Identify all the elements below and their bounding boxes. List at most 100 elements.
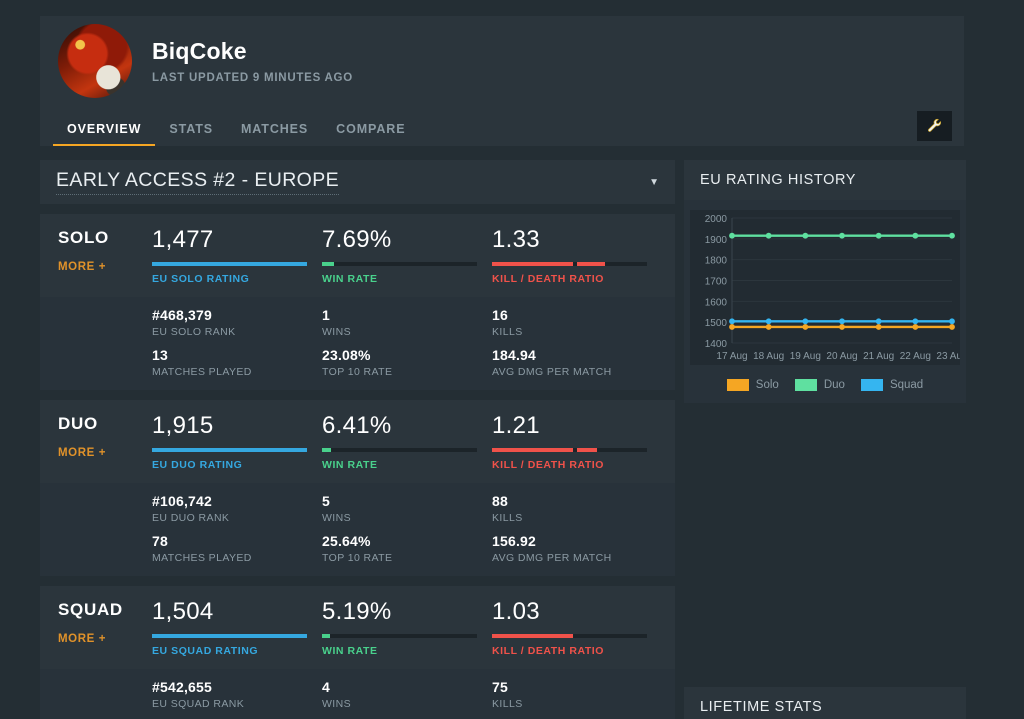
- detail-label: WINS: [322, 698, 492, 710]
- detail-label: WINS: [322, 326, 492, 338]
- stat-block: 1,915EU DUO RATING: [152, 414, 322, 471]
- page-title: BiqCoke: [152, 38, 353, 65]
- overview-side-column: EU RATING HISTORY 1400150016001700180019…: [684, 160, 966, 719]
- mode-more-link[interactable]: MORE +: [58, 633, 152, 645]
- detail-column: 75KILLS153.26AVG DMG PER MATCH: [492, 679, 662, 719]
- lifetime-stats-header: LIFETIME STATS: [684, 687, 966, 719]
- profile-names: BiqCoke LAST UPDATED 9 MINUTES AGO: [152, 38, 353, 84]
- detail-value: 75: [492, 679, 662, 695]
- svg-text:23 Aug: 23 Aug: [936, 351, 960, 362]
- stat-bar-fill: [492, 448, 573, 452]
- stat-bar-track: [492, 448, 647, 452]
- settings-button[interactable]: [917, 111, 952, 141]
- detail-label: EU DUO RANK: [152, 512, 322, 524]
- stat-value: 1.03: [492, 600, 662, 624]
- stat-value: 1,477: [152, 228, 322, 252]
- detail-column: 16KILLS184.94AVG DMG PER MATCH: [492, 307, 662, 378]
- detail-value: 5: [322, 493, 492, 509]
- mode-card-solo: SOLOMORE +1,477EU SOLO RATING7.69%WIN RA…: [40, 214, 675, 390]
- stat-bar-fill: [152, 634, 307, 638]
- legend-item-solo[interactable]: Solo: [727, 379, 779, 391]
- mode-title: DUO: [58, 414, 152, 434]
- detail-value: 4: [322, 679, 492, 695]
- rating-history-svg: 140015001600170018001900200017 Aug18 Aug…: [690, 210, 960, 365]
- mode-card-duo: DUO MORE +1,915EU DUO RATING6.41%WIN RATE…: [40, 400, 675, 576]
- stat-bar-fill: [322, 634, 330, 638]
- legend-label: Duo: [824, 379, 845, 391]
- detail-label: KILLS: [492, 698, 662, 710]
- stat-bar-track: [152, 262, 307, 266]
- rating-history-chart[interactable]: 140015001600170018001900200017 Aug18 Aug…: [684, 200, 966, 371]
- stat-block: 1,504 EU SQUAD RATING: [152, 600, 322, 657]
- tab-stats[interactable]: STATS: [155, 123, 227, 147]
- mode-more-link[interactable]: MORE +: [58, 261, 152, 273]
- stat-bar-track: [492, 262, 647, 266]
- tab-matches[interactable]: MATCHES: [227, 123, 322, 147]
- stat-block: 5.19%WIN RATE: [322, 600, 492, 657]
- detail-value: 16: [492, 307, 662, 323]
- mode-headline-row: SQUAD MORE +1,504 EU SQUAD RATING5.19%WIN …: [40, 586, 675, 669]
- detail-value: #542,655: [152, 679, 322, 695]
- stat-bar-fill: [322, 448, 331, 452]
- detail-value: 23.08%: [322, 347, 492, 363]
- rating-history-header: EU RATING HISTORY: [684, 160, 966, 200]
- detail-column: #106,742EU DUO RANK78MATCHES PLAYED: [152, 493, 322, 564]
- stat-value: 7.69%: [322, 228, 492, 252]
- stat-label: KILL / DEATH RATIO: [492, 273, 662, 285]
- svg-text:18 Aug: 18 Aug: [753, 351, 784, 362]
- stat-bar-track: [322, 634, 477, 638]
- stat-value: 1.33: [492, 228, 662, 252]
- page-root: BiqCoke LAST UPDATED 9 MINUTES AGO OVERV…: [0, 0, 1024, 719]
- stat-bar-track: [322, 262, 477, 266]
- svg-text:1900: 1900: [705, 235, 728, 246]
- detail-column: 4WINS24.68%TOP 10 RATE: [322, 679, 492, 719]
- mode-detail-row: #542,655EU SQUAD RANK77MATCHES PLAYED4WI…: [40, 669, 675, 719]
- detail-value: 184.94: [492, 347, 662, 363]
- season-select[interactable]: EARLY ACCESS #2 - EUROPE ▼: [40, 160, 675, 204]
- rating-history-title: EU RATING HISTORY: [700, 172, 856, 188]
- mode-more-link[interactable]: MORE +: [58, 447, 152, 459]
- tab-overview[interactable]: OVERVIEW: [53, 123, 155, 147]
- stat-value: 6.41%: [322, 414, 492, 438]
- detail-label: TOP 10 RATE: [322, 366, 492, 378]
- legend-item-duo[interactable]: Duo: [795, 379, 845, 391]
- wrench-icon: [926, 118, 943, 135]
- mode-card-squad: SQUAD MORE +1,504 EU SQUAD RATING5.19%WIN …: [40, 586, 675, 719]
- overview-main-column: EARLY ACCESS #2 - EUROPE ▼ SOLOMORE +1,4…: [40, 160, 675, 719]
- mode-headline-row: SOLOMORE +1,477EU SOLO RATING7.69%WIN RA…: [40, 214, 675, 297]
- detail-column: #468,379EU SOLO RANK13MATCHES PLAYED: [152, 307, 322, 378]
- svg-text:21 Aug: 21 Aug: [863, 351, 894, 362]
- svg-text:22 Aug: 22 Aug: [900, 351, 931, 362]
- profile-identity: BiqCoke LAST UPDATED 9 MINUTES AGO: [40, 16, 964, 106]
- stat-label: EU SQUAD RATING: [152, 645, 322, 657]
- chevron-down-icon: ▼: [649, 177, 659, 188]
- stat-label: WIN RATE: [322, 645, 492, 657]
- stat-block: 7.69%WIN RATE: [322, 228, 492, 285]
- stat-block: 1.21KILL / DEATH RATIO: [492, 414, 662, 471]
- mode-cards-container: SOLOMORE +1,477EU SOLO RATING7.69%WIN RA…: [40, 214, 675, 719]
- mode-name-column: SOLO MORE +: [40, 228, 152, 285]
- detail-label: KILLS: [492, 512, 662, 524]
- detail-column: 1WINS23.08%TOP 10 RATE: [322, 307, 492, 378]
- chart-legend: Solo Duo Squad: [684, 371, 966, 403]
- stat-value: 1,504: [152, 600, 322, 624]
- stat-value: 1.21: [492, 414, 662, 438]
- stat-bar-fill: [152, 448, 307, 452]
- last-updated-text: LAST UPDATED 9 MINUTES AGO: [152, 72, 353, 84]
- legend-swatch: [795, 379, 817, 391]
- stat-block: 1.03KILL / DEATH RATIO: [492, 600, 662, 657]
- lifetime-stats-title: LIFETIME STATS: [700, 699, 822, 715]
- svg-text:1500: 1500: [705, 318, 728, 329]
- detail-column: #542,655EU SQUAD RANK77MATCHES PLAYED: [152, 679, 322, 719]
- mode-title: SOLO: [58, 228, 152, 248]
- detail-spacer: [40, 493, 152, 564]
- season-select-value: EARLY ACCESS #2 - EUROPE: [56, 169, 339, 195]
- detail-label: MATCHES PLAYED: [152, 366, 322, 378]
- stat-block: 6.41%WIN RATE: [322, 414, 492, 471]
- detail-label: EU SQUAD RANK: [152, 698, 322, 710]
- svg-text:17 Aug: 17 Aug: [716, 351, 747, 362]
- legend-item-squad[interactable]: Squad: [861, 379, 923, 391]
- mode-title: SQUAD: [58, 600, 152, 620]
- avatar[interactable]: [58, 24, 132, 98]
- tab-compare[interactable]: COMPARE: [322, 123, 419, 147]
